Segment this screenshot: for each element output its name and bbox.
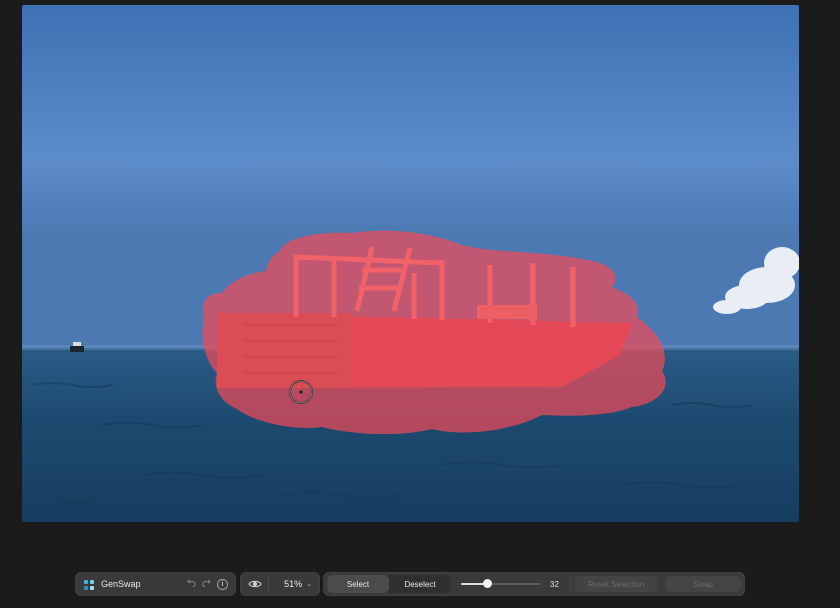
undo-icon[interactable] xyxy=(187,578,196,590)
redo-icon[interactable] xyxy=(202,578,211,590)
reset-selection-button[interactable]: Reset Selection xyxy=(575,576,657,592)
select-button[interactable]: Select xyxy=(327,575,389,593)
zoom-dropdown[interactable]: 51% ⌄ xyxy=(284,579,312,589)
view-group: 51% ⌄ xyxy=(240,572,320,596)
eye-icon[interactable] xyxy=(248,577,262,591)
selection-group: Select Deselect 32 Reset Selection Swap xyxy=(323,572,745,596)
brush-size-slider[interactable] xyxy=(461,575,541,593)
app-group: GenSwap i xyxy=(75,572,236,596)
bottom-toolbar: GenSwap i 51% ⌄ Select Deselect 32 Reset… xyxy=(0,572,840,596)
select-mode-toggle: Select Deselect xyxy=(327,575,451,593)
zoom-value: 51% xyxy=(284,579,303,589)
genswap-app-icon[interactable] xyxy=(83,578,95,590)
image-canvas[interactable] xyxy=(22,5,799,522)
history-controls: i xyxy=(187,578,228,590)
deselect-button[interactable]: Deselect xyxy=(389,575,451,593)
info-icon[interactable]: i xyxy=(217,578,228,590)
photo xyxy=(22,5,799,522)
brush-size-value: 32 xyxy=(550,579,559,589)
swap-button[interactable]: Swap xyxy=(665,576,741,592)
chevron-down-icon: ⌄ xyxy=(306,581,312,588)
divider xyxy=(268,577,269,591)
app-name: GenSwap xyxy=(101,579,141,589)
slider-knob[interactable] xyxy=(482,579,492,588)
divider xyxy=(570,577,571,591)
